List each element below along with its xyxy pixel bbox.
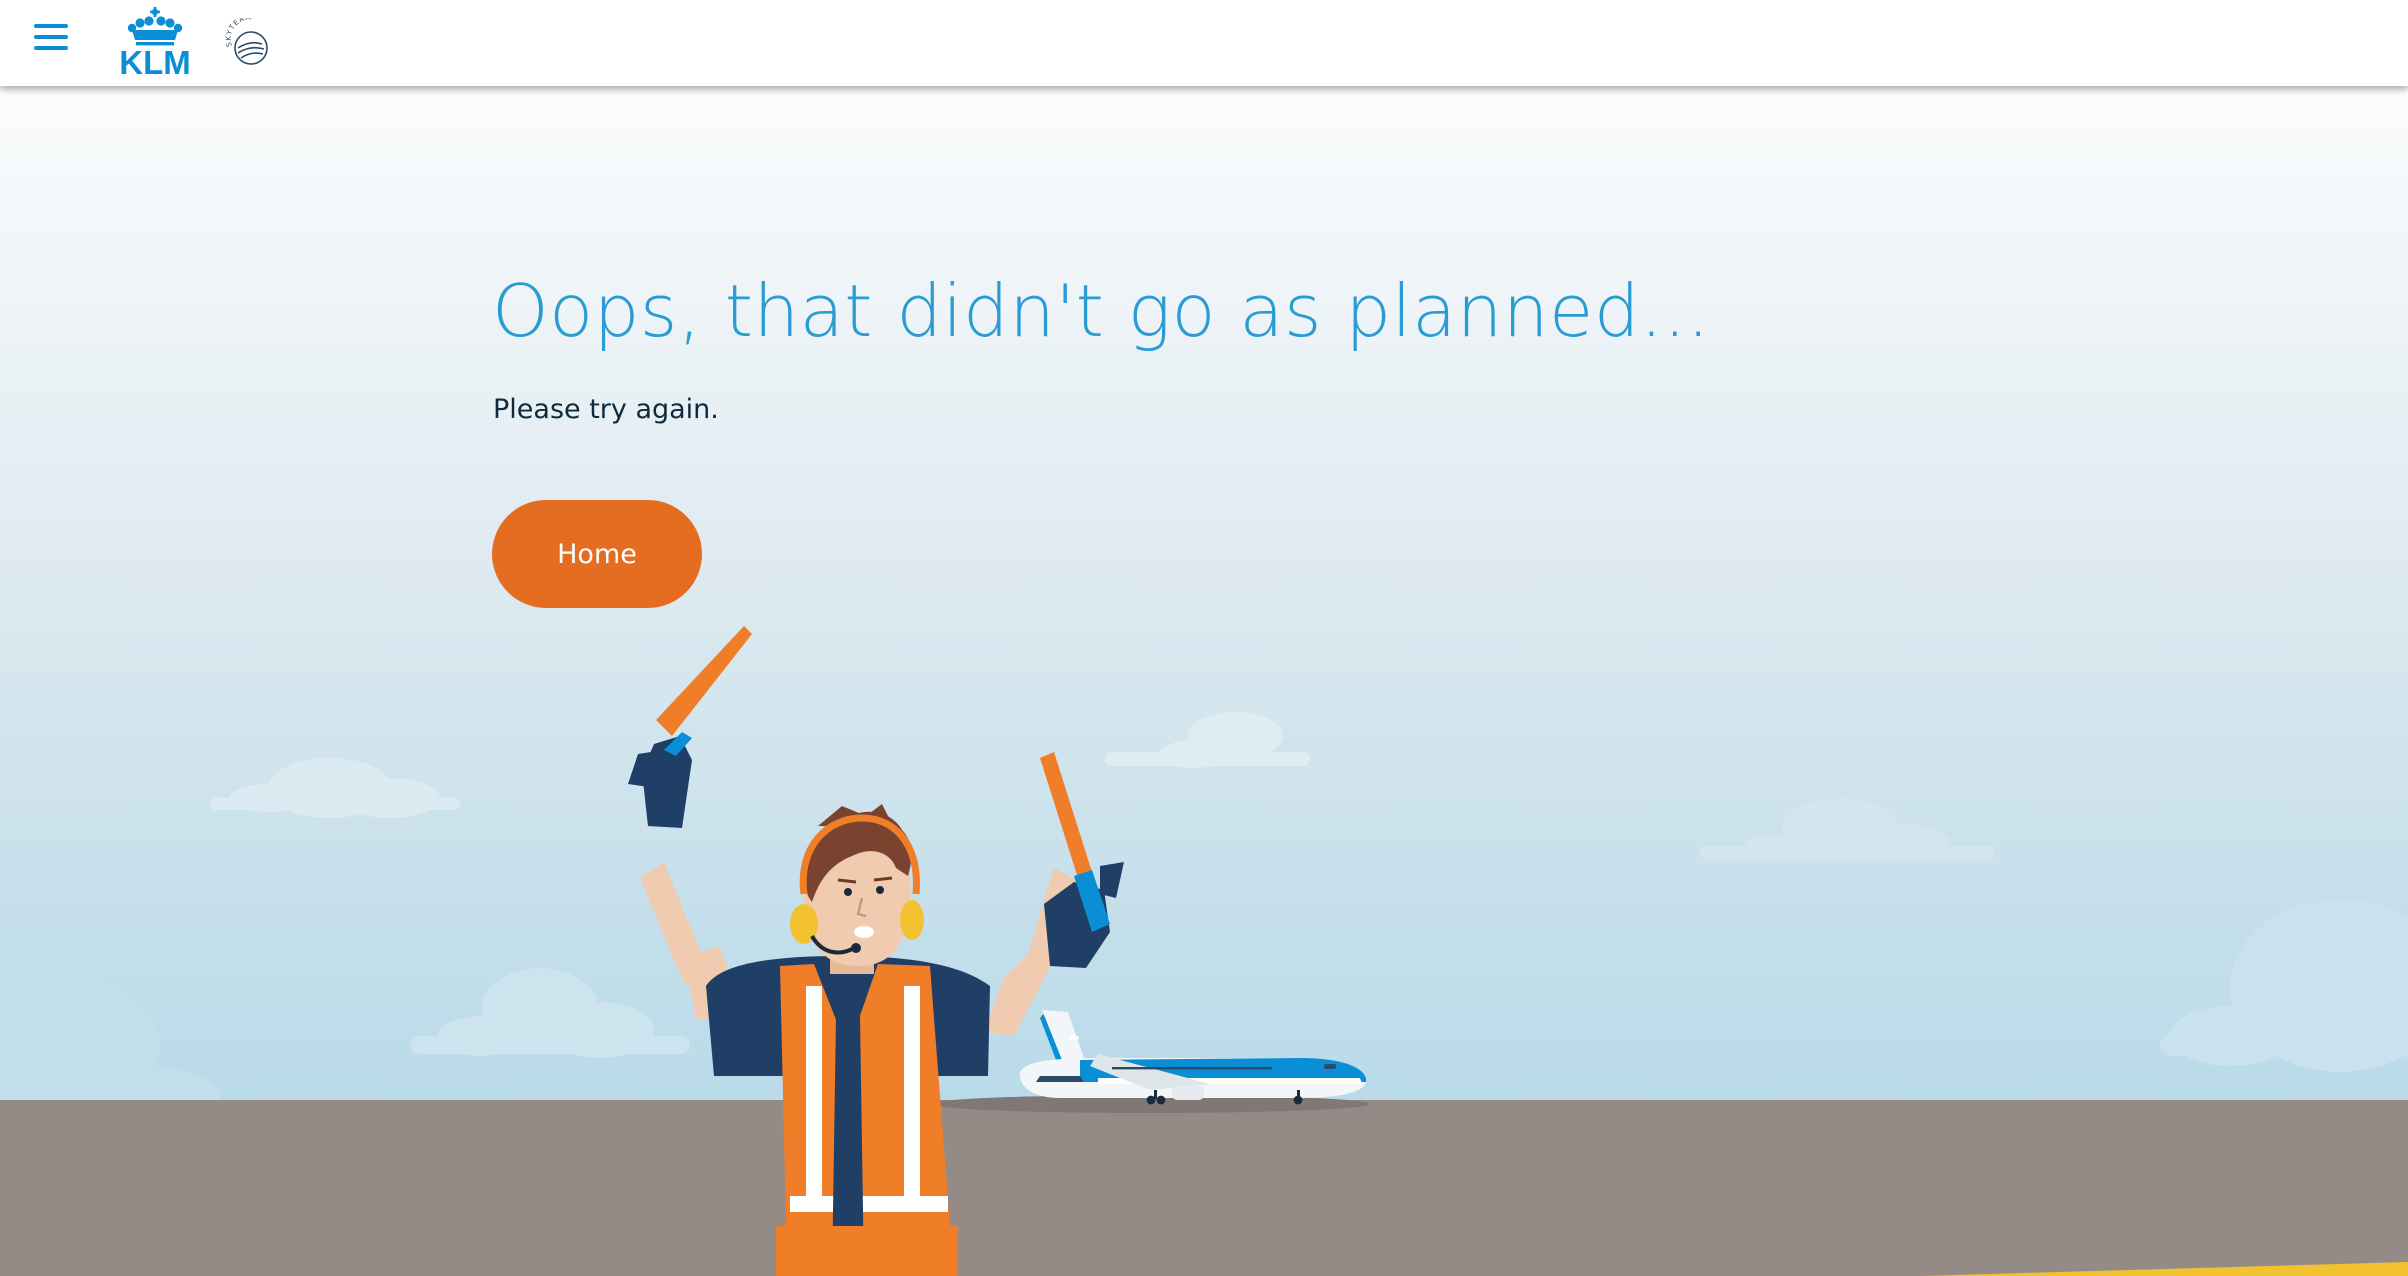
home-button[interactable]: Home (492, 500, 702, 608)
cloud-shapes (410, 968, 690, 1058)
tarmac (0, 1100, 2408, 1276)
marshaller-illustration (0, 626, 2408, 1276)
menu-icon-bar (34, 24, 68, 28)
top-header: KLM SKYTEAM (0, 0, 2408, 86)
crown-icon (127, 7, 183, 46)
skyteam-logo: SKYTEAM (225, 18, 268, 65)
cloud-shapes (1700, 798, 1995, 860)
hamburger-menu-button[interactable] (30, 22, 72, 54)
error-title: Oops, that didn't go as planned... (492, 269, 1711, 353)
klm-logo[interactable]: KLM (96, 6, 214, 74)
menu-icon-bar (34, 46, 68, 50)
cloud-shapes (1105, 712, 1310, 768)
svg-text:KLM: KLM (119, 44, 190, 74)
error-page-scene: Oops, that didn't go as planned... Pleas… (0, 86, 2408, 1276)
error-message: Please try again. (493, 394, 719, 425)
cloud-shapes (210, 758, 460, 818)
cloud-shapes (2160, 900, 2408, 1072)
menu-icon-bar (34, 35, 68, 39)
